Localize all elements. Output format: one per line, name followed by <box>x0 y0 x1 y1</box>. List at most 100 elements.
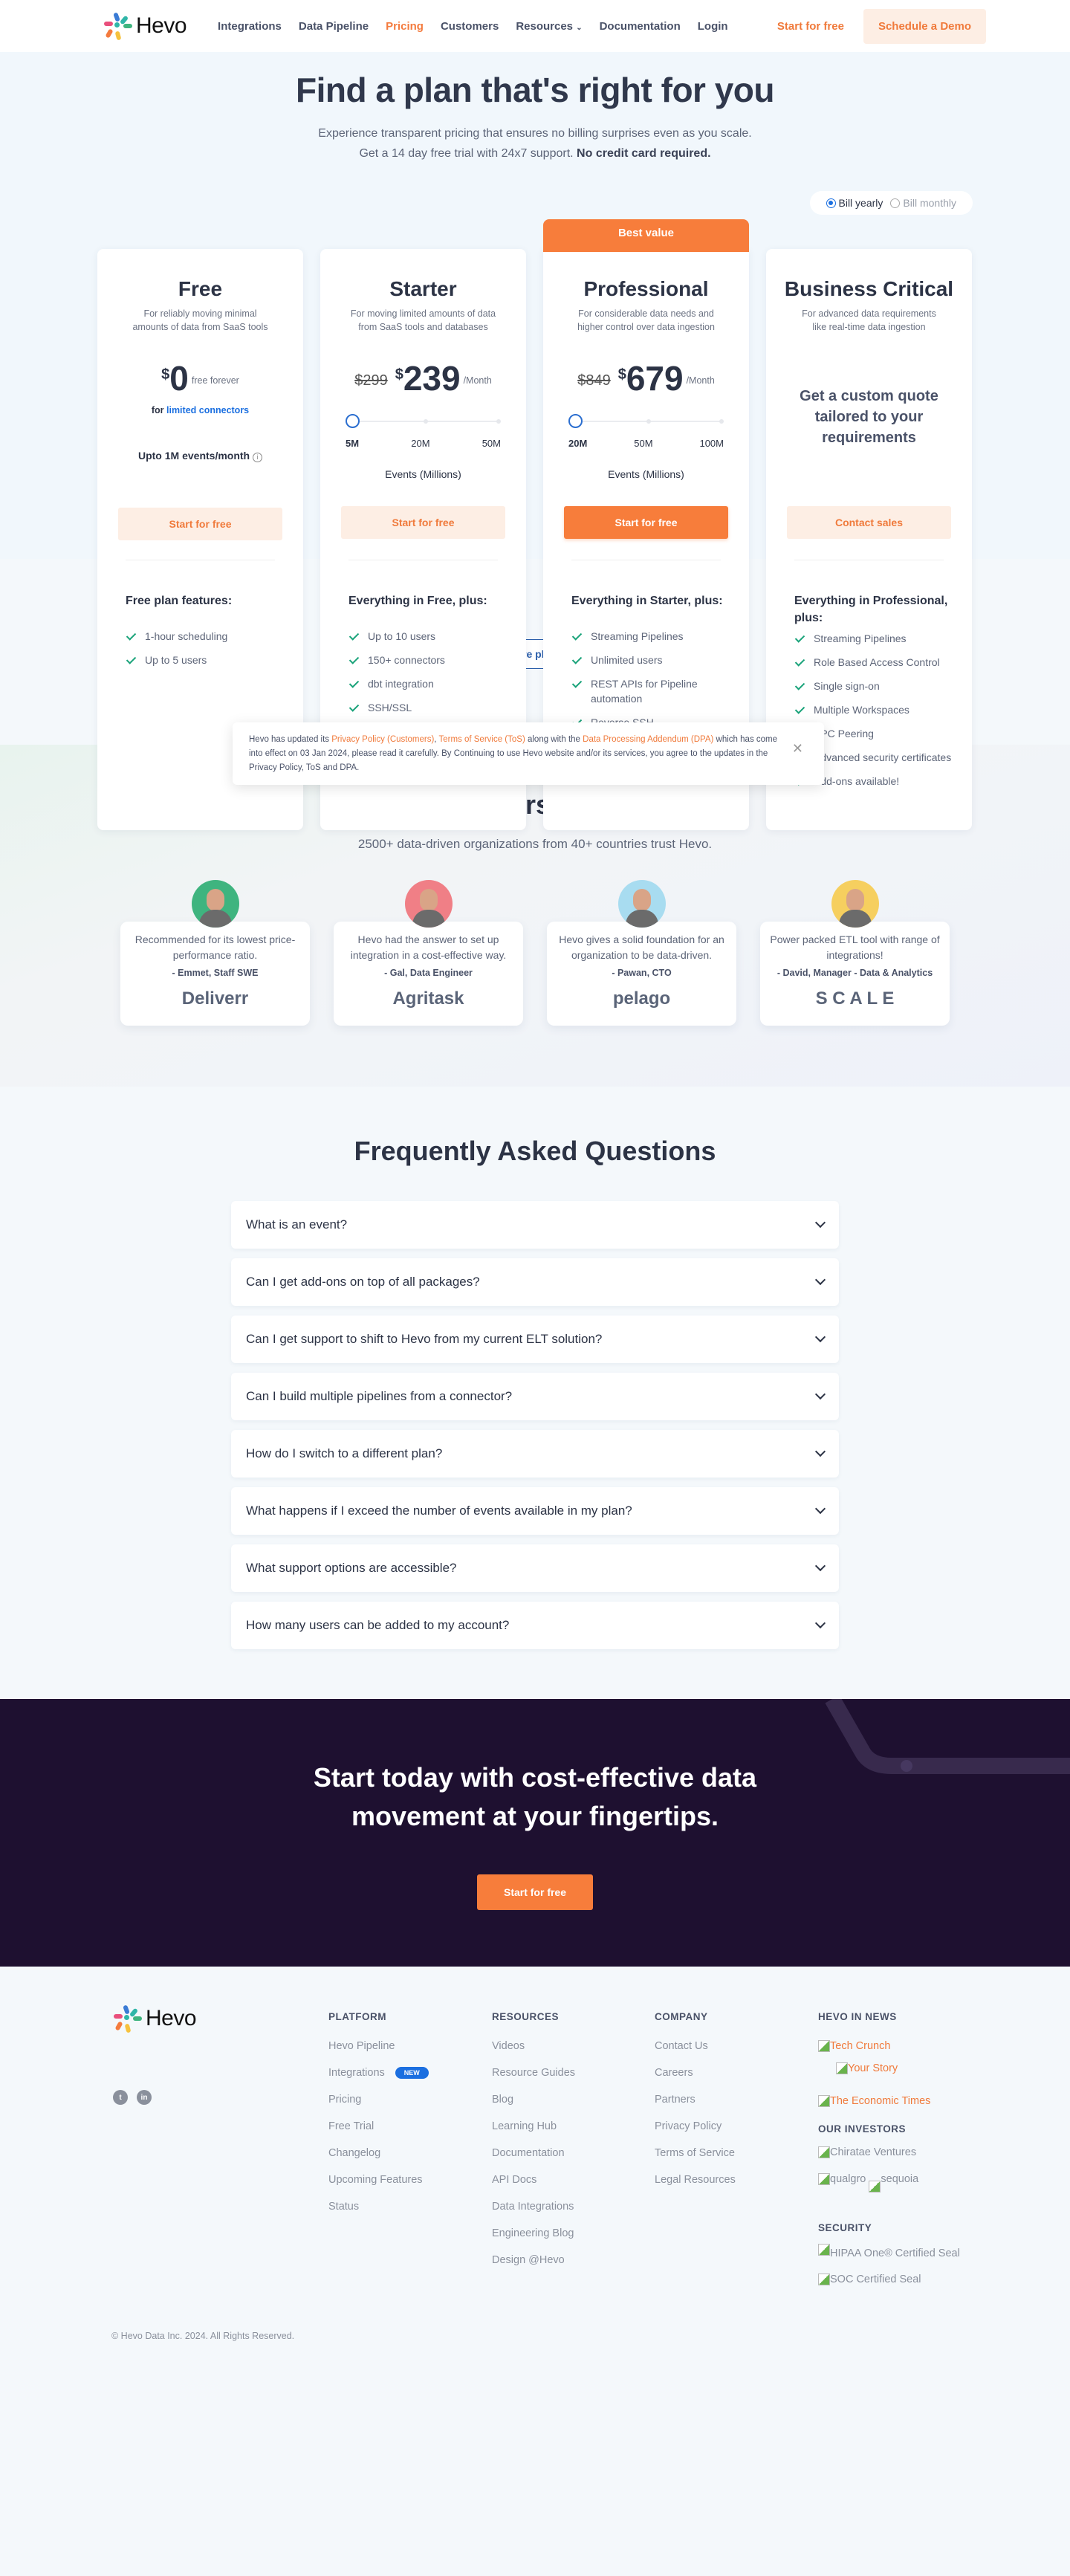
info-icon[interactable]: i <box>253 453 262 462</box>
nav-pricing[interactable]: Pricing <box>386 20 424 33</box>
footer-link[interactable]: Design @Hevo <box>492 2254 575 2266</box>
bill-monthly-radio[interactable]: Bill monthly <box>890 197 956 209</box>
nav-resources[interactable]: Resources ⌄ <box>516 20 582 33</box>
footer-company: COMPANY Contact Us Careers Partners Priv… <box>655 2011 736 2201</box>
testimonial-cards: Recommended for its lowest price-perform… <box>0 880 1070 1026</box>
news-link-techcrunch[interactable]: Tech Crunch <box>818 2040 967 2052</box>
close-icon[interactable]: ✕ <box>792 742 803 756</box>
feature-item: Streaming Pipelines <box>794 631 957 646</box>
faq-item[interactable]: How many users can be added to my accoun… <box>231 1602 839 1649</box>
hevo-logo[interactable]: Hevo <box>102 11 187 41</box>
limited-connectors-link[interactable]: limited connectors <box>166 405 249 415</box>
footer-link[interactable]: Terms of Service <box>655 2147 736 2159</box>
faq-item[interactable]: Can I get add-ons on top of all packages… <box>231 1258 839 1306</box>
testimonial-quote: Recommended for its lowest price-perform… <box>134 933 296 961</box>
faq-item[interactable]: What happens if I exceed the number of e… <box>231 1487 839 1535</box>
pricing-hero: Find a plan that's right for you Experie… <box>0 52 1070 830</box>
faq-item[interactable]: What is an event? <box>231 1201 839 1249</box>
start-free-button[interactable]: Start for free <box>118 508 282 540</box>
feature-list: Everything in Starter, plus: Streaming P… <box>571 592 734 739</box>
slider-handle[interactable] <box>346 414 360 428</box>
price-value: 0 <box>169 359 189 398</box>
privacy-policy-link[interactable]: Privacy Policy (Customers) <box>331 735 434 744</box>
footer-link[interactable]: Engineering Blog <box>492 2227 575 2239</box>
slider-handle[interactable] <box>568 414 583 428</box>
footer-link[interactable]: Changelog <box>328 2147 429 2159</box>
footer-link[interactable]: Status <box>328 2201 429 2213</box>
alt-text: sequoia <box>881 2173 919 2185</box>
footer-link[interactable]: Legal Resources <box>655 2174 736 2186</box>
cta-title: Start today with cost-effective data mov… <box>313 1762 757 1831</box>
broken-image-icon <box>818 2095 830 2107</box>
nav-data-pipeline[interactable]: Data Pipeline <box>299 20 369 33</box>
chevron-down-icon <box>814 1560 826 1572</box>
footer-link-integrations[interactable]: Integrations NEW <box>328 2067 429 2080</box>
chevron-down-icon <box>814 1274 826 1286</box>
footer-link[interactable]: Resource Guides <box>492 2067 575 2079</box>
avatar-head <box>846 889 864 911</box>
linkedin-icon[interactable]: in <box>137 2090 152 2105</box>
contact-sales-button[interactable]: Contact sales <box>787 506 951 539</box>
footer-link[interactable]: Learning Hub <box>492 2120 575 2132</box>
footer-link[interactable]: Hevo Pipeline <box>328 2040 429 2052</box>
news-link-yourstory[interactable]: Your Story <box>836 2062 967 2074</box>
footer-link[interactable]: Careers <box>655 2067 736 2079</box>
footer-link[interactable]: Partners <box>655 2094 736 2106</box>
testimonial-box: Recommended for its lowest price-perform… <box>120 922 310 1026</box>
schedule-demo-button[interactable]: Schedule a Demo <box>863 9 986 44</box>
events-slider[interactable] <box>346 412 501 430</box>
faq-item[interactable]: Can I get support to shift to Hevo from … <box>231 1315 839 1363</box>
terms-of-service-link[interactable]: Terms of Service (ToS) <box>438 735 525 744</box>
nav-links: Integrations Data Pipeline Pricing Custo… <box>218 20 728 33</box>
nav-start-free-button[interactable]: Start for free <box>777 20 844 33</box>
footer-link[interactable]: Free Trial <box>328 2120 429 2132</box>
nav-login[interactable]: Login <box>698 20 728 33</box>
avatar-head <box>206 889 224 911</box>
footer-link[interactable]: Upcoming Features <box>328 2174 429 2186</box>
alt-text: SOC Certified Seal <box>830 2274 921 2285</box>
alt-text: Your Story <box>848 2062 898 2074</box>
testimonial-author: - Pawan, CTO <box>612 968 672 978</box>
feature-item: 150+ connectors <box>348 653 511 667</box>
plan-description: For considerable data needs and higher c… <box>577 308 715 332</box>
cta-start-free-button[interactable]: Start for free <box>476 1874 594 1910</box>
avatar <box>404 880 453 928</box>
nav-customers[interactable]: Customers <box>441 20 499 33</box>
policy-update-banner: Hevo has updated its Privacy Policy (Cus… <box>233 722 824 785</box>
trial-text: Get a 14 day free trial with 24x7 suppor… <box>359 147 574 160</box>
start-free-button[interactable]: Start for free <box>564 506 728 539</box>
footer-link[interactable]: Blog <box>492 2094 575 2106</box>
footer-link[interactable]: Contact Us <box>655 2040 736 2052</box>
alt-text: HIPAA One® Certified Seal <box>830 2247 960 2259</box>
nav-integrations[interactable]: Integrations <box>218 20 282 33</box>
faq-item[interactable]: How do I switch to a different plan? <box>231 1430 839 1478</box>
faq-item[interactable]: Can I build multiple pipelines from a co… <box>231 1373 839 1420</box>
footer-link[interactable]: Videos <box>492 2040 575 2052</box>
footer-link[interactable]: Data Integrations <box>492 2201 575 2213</box>
events-slider[interactable] <box>568 412 724 430</box>
plan-name: Professional <box>583 277 709 300</box>
broken-image-icon <box>818 2244 830 2256</box>
nav-documentation[interactable]: Documentation <box>600 20 681 33</box>
faq-item[interactable]: What support options are accessible? <box>231 1544 839 1592</box>
dpa-link[interactable]: Data Processing Addendum (DPA) <box>583 735 713 744</box>
news-link-economic-times[interactable]: The Economic Times <box>818 2095 967 2107</box>
footer-link[interactable]: Documentation <box>492 2147 575 2159</box>
footer-link[interactable]: API Docs <box>492 2174 575 2186</box>
footer-link[interactable]: Privacy Policy <box>655 2120 736 2132</box>
start-free-button[interactable]: Start for free <box>341 506 505 539</box>
footer-news: HEVO IN NEWS Tech Crunch Your Story The … <box>818 2011 967 2296</box>
tick-label: 50M <box>634 438 653 449</box>
footer-heading: HEVO IN NEWS <box>818 2011 897 2022</box>
twitter-icon[interactable]: t <box>113 2090 128 2105</box>
footer-logo[interactable]: Hevo <box>111 2004 197 2033</box>
feature-item: Unlimited users <box>571 653 734 667</box>
plan-description: For advanced data requirements like real… <box>802 308 936 332</box>
events-limit-text: Upto 1M events/month <box>137 450 250 462</box>
footer-link[interactable]: Pricing <box>328 2094 429 2106</box>
bill-yearly-radio[interactable]: Bill yearly <box>826 197 883 209</box>
currency-symbol: $ <box>161 366 170 383</box>
hevo-logo-icon <box>102 11 132 41</box>
footer-heading: OUR INVESTORS <box>818 2123 907 2135</box>
avatar-body <box>412 910 445 928</box>
